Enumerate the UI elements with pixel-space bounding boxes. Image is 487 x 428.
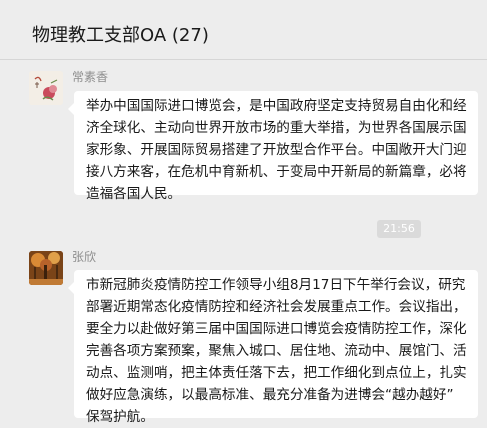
avatar[interactable] — [29, 251, 63, 285]
message-line: 要全力以赴做好第三届中国国际进口博览会疫情防控工作，深化 — [86, 321, 467, 337]
avatar[interactable] — [29, 71, 63, 105]
message-line: 造福各国人民。 — [86, 186, 182, 202]
message-line: 动点、监测哨，把主体责任落下去，把工作细化到点位上，扎实 — [86, 365, 467, 381]
message-line: 接八方来客，在危机中育新机、于变局中开新局的新篇章，必将 — [86, 164, 467, 180]
message-bubble[interactable]: 举办中国国际进口博览会，是中国政府坚定支持贸易自由化和经 济全球化、主动向世界开… — [68, 91, 478, 202]
message-line: 举办中国国际进口博览会，是中国政府坚定支持贸易自由化和经 — [86, 98, 467, 114]
message-line: 完善各项方案预案，聚焦入城口、居住地、流动中、展馆门、活 — [86, 343, 467, 359]
message-line: 家形象、开展国际贸易搭建了开放型合作平台。中国敞开大门迎 — [86, 142, 467, 158]
chat-title: 物理教工支部OA (27) — [32, 25, 209, 46]
avatar-image — [29, 71, 63, 105]
message-line: 部署近期常态化疫情防控和经济社会发展重点工作。会议指出， — [86, 299, 467, 315]
message-line: 济全球化、主动向世界开放市场的重大举措，为世界各国展示国 — [86, 120, 467, 136]
message-line: 市新冠肺炎疫情防控工作领导小组8月17日下午举行会议，研究 — [86, 277, 466, 293]
sender-name: 张欣 — [72, 250, 97, 264]
sender-name: 常素香 — [72, 70, 109, 84]
timestamp-badge: 21:56 — [377, 220, 421, 238]
message-bubble[interactable]: 市新冠肺炎疫情防控工作领导小组8月17日下午举行会议，研究 部署近期常态化疫情防… — [68, 270, 478, 425]
avatar-image — [29, 251, 63, 285]
message-line: 做好应急演练，以最高标准、最充分准备为进博会“越办越好” — [86, 387, 454, 403]
chat-header: 物理教工支部OA (27) — [0, 0, 487, 60]
message-line: 保驾护航。 — [86, 409, 154, 425]
